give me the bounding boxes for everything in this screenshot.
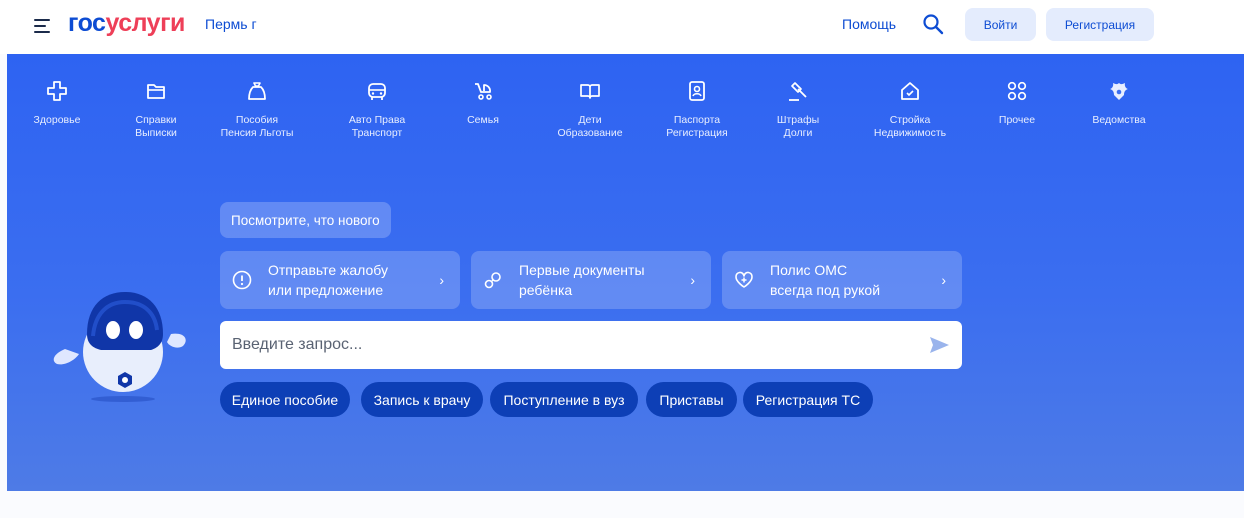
logo-part-uslugi: услуги [105, 9, 185, 37]
category-label: Справки [135, 114, 177, 126]
card-title: Полис ОМС [770, 262, 848, 278]
category-sublabel: Недвижимость [873, 127, 947, 139]
search-icon[interactable] [922, 13, 944, 35]
gosuslugi-logo[interactable]: госуслуги [68, 9, 185, 38]
category-sublabel: Пенсия Льготы [220, 127, 294, 139]
category-label: Стройка [889, 114, 931, 126]
search-bar [220, 321, 962, 369]
category-label: Авто Права [348, 114, 406, 126]
health-cross-icon [47, 81, 67, 101]
exclamation-icon [232, 270, 252, 290]
category-label: Здоровье [33, 114, 81, 126]
category-family[interactable]: Семья [433, 80, 533, 127]
category-label: Штрафы [776, 114, 820, 126]
category-label: Семья [467, 114, 499, 126]
category-sublabel: Транспорт [351, 127, 403, 139]
chip-vehicle-registration[interactable]: Регистрация ТС [743, 382, 873, 417]
chevron-right-icon: › [439, 272, 444, 288]
category-passports[interactable]: Паспорта Регистрация [647, 80, 747, 140]
gavel-icon [789, 82, 807, 101]
logo-part-gos: гос [68, 9, 106, 37]
chip-university-admission[interactable]: Поступление в вуз [490, 382, 638, 417]
chevron-right-icon: › [690, 272, 695, 288]
category-label: Пособия [235, 114, 279, 126]
card-subtitle: или предложение [268, 282, 384, 298]
folder-icon [147, 84, 165, 99]
category-sublabel: Образование [557, 127, 623, 139]
whats-new-button[interactable]: Посмотрите, что нового [220, 202, 391, 238]
category-health[interactable]: Здоровье [7, 80, 107, 127]
category-sublabel: Долги [783, 127, 813, 139]
category-children[interactable]: Дети Образование [540, 80, 640, 140]
card-oms-policy[interactable]: Полис ОМС всегда под рукой › [722, 251, 962, 309]
category-label: Ведомства [1092, 114, 1146, 126]
search-input[interactable] [232, 321, 912, 369]
category-other[interactable]: Прочее [967, 80, 1067, 127]
category-label: Дети [578, 114, 602, 126]
category-agencies[interactable]: Ведомства [1069, 80, 1169, 127]
hero-section: Здоровье Справки Выписки Пособия Пенсия Ль… [7, 54, 1244, 491]
robot-assistant-image [53, 292, 186, 402]
top-bar: госуслуги Пермь г Помощь Войти Регистрац… [0, 0, 1244, 54]
category-label: Прочее [998, 114, 1036, 126]
send-icon[interactable] [928, 334, 950, 356]
chip-bailiffs[interactable]: Приставы [646, 382, 737, 417]
card-complaint[interactable]: Отправьте жалобу или предложение › [220, 251, 460, 309]
login-button[interactable]: Войти [965, 8, 1036, 41]
card-subtitle: всегда под рукой [770, 282, 881, 298]
passport-icon [689, 81, 705, 101]
help-link[interactable]: Помощь [842, 16, 896, 32]
category-fines[interactable]: Штрафы Долги [748, 80, 848, 140]
chip-unified-benefit[interactable]: Единое пособие [220, 382, 350, 417]
category-sublabel: Регистрация [666, 127, 728, 139]
category-realty[interactable]: Стройка Недвижимость [860, 80, 960, 140]
card-subtitle: ребёнка [519, 282, 573, 298]
card-child-documents[interactable]: Первые документы ребёнка › [471, 251, 711, 309]
city-selector[interactable]: Пермь г [205, 16, 257, 32]
emblem-icon [1110, 83, 1128, 100]
money-bag-icon [248, 82, 266, 100]
card-title: Первые документы [519, 262, 645, 278]
chip-doctor-appointment[interactable]: Запись к врачу [361, 382, 483, 417]
category-label: Паспорта [673, 114, 721, 126]
pacifier-icon [484, 272, 501, 289]
card-title: Отправьте жалобу [268, 262, 388, 278]
book-icon [580, 84, 600, 99]
grid-icon [1007, 81, 1027, 101]
stroller-icon [475, 83, 492, 100]
category-sublabel: Выписки [135, 127, 177, 139]
category-benefits[interactable]: Пособия Пенсия Льготы [207, 80, 307, 140]
category-certificates[interactable]: Справки Выписки [106, 80, 206, 140]
house-icon [901, 82, 919, 100]
heart-plus-icon [735, 271, 753, 288]
menu-icon[interactable] [34, 16, 50, 36]
category-auto[interactable]: Авто Права Транспорт [327, 80, 427, 140]
car-icon [368, 83, 386, 100]
register-button[interactable]: Регистрация [1046, 8, 1154, 41]
chevron-right-icon: › [941, 272, 946, 288]
